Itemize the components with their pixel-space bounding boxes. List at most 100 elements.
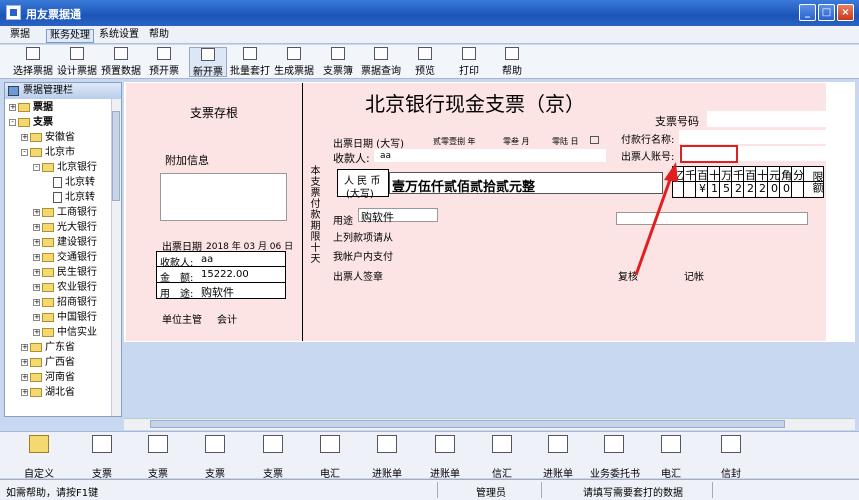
bill-form-icon (661, 435, 681, 453)
horizontal-scroll-thumb[interactable] (150, 420, 785, 428)
stub-extra-field[interactable] (160, 173, 287, 221)
expand-icon[interactable]: + (33, 298, 40, 306)
cheque-title: 北京银行现金支票（京） (365, 92, 585, 116)
minimize-button[interactable]: _ (799, 4, 816, 21)
expand-icon[interactable]: + (21, 373, 28, 381)
tree-item-label: 北京市 (45, 147, 75, 158)
expand-icon[interactable]: + (21, 358, 28, 366)
bill-query-button[interactable]: 票据查询 (358, 47, 404, 77)
tree-item[interactable]: + 广西省 (9, 355, 111, 370)
expand-icon[interactable]: + (33, 283, 40, 291)
menu-help[interactable]: 帮助 (146, 29, 172, 43)
expand-icon[interactable]: + (33, 313, 40, 321)
wire-transfer-button-2[interactable]: 电汇 (647, 435, 695, 480)
tree-item[interactable]: + 中信实业 (9, 325, 111, 340)
tree-item[interactable]: + 票据 (9, 100, 111, 115)
help-button[interactable]: 帮助 (497, 47, 527, 77)
expand-icon[interactable]: + (33, 328, 40, 336)
menu-bills[interactable]: 票据 (7, 29, 33, 43)
checkbook-button[interactable]: 支票簿 (320, 47, 356, 77)
tree-item[interactable]: 北京转 (9, 190, 111, 205)
expand-icon[interactable]: + (21, 388, 28, 396)
purpose-field[interactable]: 购软件 (358, 208, 438, 224)
tree-item[interactable]: + 安徽省 (9, 130, 111, 145)
folder-icon (42, 222, 54, 232)
tree-item[interactable]: + 民生银行 (9, 265, 111, 280)
select-bill-button[interactable]: 选择票据 (12, 47, 54, 77)
tree-item[interactable]: + 光大银行 (9, 220, 111, 235)
custom-button[interactable]: 自定义 (15, 435, 63, 480)
tree-item[interactable]: - 北京市 (9, 145, 111, 160)
generate-bill-button[interactable]: 生成票据 (273, 47, 315, 77)
tree-item[interactable]: + 建设银行 (9, 235, 111, 250)
preset-data-button[interactable]: 预置数据 (100, 47, 142, 77)
stub-amount-value[interactable]: 15222.00 (201, 269, 249, 280)
tree-item-label: 广西省 (45, 357, 75, 368)
stub-extra-label: 附加信息 (165, 154, 209, 167)
signature-label: 出票人签章 (333, 272, 383, 283)
tree-item[interactable]: + 交通银行 (9, 250, 111, 265)
stub-payee-value[interactable]: aa (201, 254, 213, 265)
tree-item[interactable]: 北京转 (9, 175, 111, 190)
expand-icon[interactable]: + (21, 133, 28, 141)
deposit-slip-button-1[interactable]: 进账单 (363, 435, 411, 480)
tree-item[interactable]: + 广东省 (9, 340, 111, 355)
expand-icon[interactable]: + (33, 238, 40, 246)
expand-icon[interactable]: + (33, 253, 40, 261)
mail-transfer-button[interactable]: 信汇 (478, 435, 526, 480)
wire-transfer-button-1[interactable]: 电汇 (306, 435, 354, 480)
bill-type-bar: 自定义 支票 支票 支票 支票 电汇 进账单 进账单 信汇 进账单 业务委托书 电汇 信封 (0, 431, 859, 480)
tree-item[interactable]: + 湖北省 (9, 385, 111, 400)
bill-type-label: 自定义 (24, 469, 54, 480)
tree-item[interactable]: - 支票 (9, 115, 111, 130)
bill-form-icon (320, 435, 340, 453)
collapse-icon[interactable]: - (21, 148, 28, 156)
maximize-button[interactable]: □ (818, 4, 835, 21)
expand-icon[interactable]: + (33, 268, 40, 276)
tree-item[interactable]: + 中国银行 (9, 310, 111, 325)
business-entrust-button[interactable]: 业务委托书 (590, 435, 640, 480)
pre-issue-button[interactable]: 预开票 (145, 47, 183, 77)
envelope-icon (721, 435, 741, 453)
envelope-button[interactable]: 信封 (707, 435, 755, 480)
close-button[interactable]: × (837, 4, 854, 21)
tree-item[interactable]: + 招商银行 (9, 295, 111, 310)
expand-icon[interactable]: + (33, 208, 40, 216)
expand-icon[interactable]: + (9, 103, 16, 111)
check-number-field[interactable] (707, 111, 827, 127)
tree-item[interactable]: + 河南省 (9, 370, 111, 385)
menu-accounting[interactable]: 账务处理 (46, 29, 94, 43)
amount-words-field[interactable]: 壹万伍仟贰佰贰拾贰元整 (389, 172, 663, 195)
collapse-icon[interactable]: - (9, 118, 16, 126)
cheque-button-3[interactable]: 支票 (191, 435, 239, 480)
preview-button[interactable]: 预览 (410, 47, 440, 77)
collapse-icon[interactable]: - (33, 163, 40, 171)
payer-bank-field[interactable] (679, 130, 827, 144)
cheque-button-4[interactable]: 支票 (249, 435, 297, 480)
bill-form-icon (492, 435, 512, 453)
payee-field[interactable] (374, 149, 606, 162)
deposit-slip-button-3[interactable]: 进账单 (534, 435, 582, 480)
tree-scroll-thumb[interactable] (112, 111, 120, 201)
expand-icon[interactable]: + (21, 343, 28, 351)
menu-settings[interactable]: 系统设置 (96, 29, 142, 43)
calendar-icon[interactable] (590, 136, 599, 144)
batch-print-button[interactable]: 批量套打 (229, 47, 271, 77)
tree-item[interactable]: + 工商银行 (9, 205, 111, 220)
bill-form-icon (148, 435, 168, 453)
new-issue-button[interactable]: 新开票 (189, 47, 227, 78)
bill-type-label: 进账单 (430, 469, 460, 480)
cheque-button-2[interactable]: 支票 (134, 435, 182, 480)
print-button[interactable]: 打印 (454, 47, 484, 77)
cheque-button-1[interactable]: 支票 (78, 435, 126, 480)
design-bill-button[interactable]: 设计票据 (56, 47, 98, 77)
tree-item[interactable]: + 农业银行 (9, 280, 111, 295)
deposit-slip-button-2[interactable]: 进账单 (421, 435, 469, 480)
stub-accountant-label: 会计 (217, 315, 237, 326)
expand-icon[interactable]: + (33, 223, 40, 231)
stub-purpose-value[interactable]: 购软件 (201, 284, 234, 300)
tree-item[interactable]: - 北京银行 (9, 160, 111, 175)
stub-info-box: 收款人: aa 金 额: 15222.00 用 途: 购软件 (156, 251, 286, 300)
folder-icon (42, 297, 54, 307)
tree-item-label: 北京转 (65, 192, 95, 203)
